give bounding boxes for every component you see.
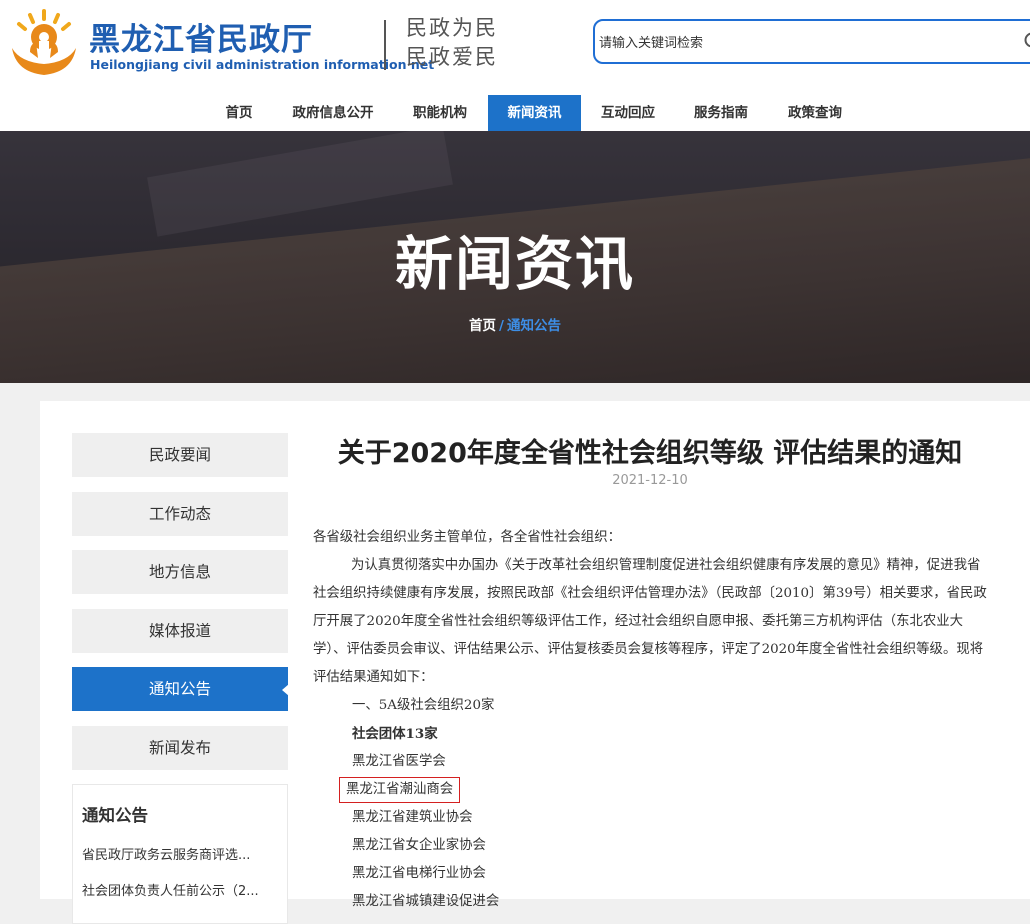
notice-link[interactable]: 省民政厅政务云服务商评选... (82, 844, 282, 863)
breadcrumb-home[interactable]: 首页 (469, 318, 496, 334)
nav-item-gov-info[interactable]: 政府信息公开 (282, 95, 384, 131)
breadcrumb-separator: / (499, 318, 504, 334)
org-list-item: 黑龙江省电梯行业协会 (313, 860, 989, 888)
notice-box: 通知公告 省民政厅政务云服务商评选... 社会团体负责人任前公示（2... (72, 784, 288, 924)
nav-item-interaction[interactable]: 互动回应 (590, 95, 666, 131)
sidebar-item-media-reports[interactable]: 媒体报道 (72, 609, 288, 653)
notice-box-heading: 通知公告 (82, 802, 148, 826)
sidebar-item-local-info[interactable]: 地方信息 (72, 550, 288, 594)
nav-item-service-guide[interactable]: 服务指南 (683, 95, 759, 131)
site-subtitle: Heilongjiang civil administration inform… (90, 57, 434, 72)
site-header: 黑龙江省民政厅 Heilongjiang civil administratio… (0, 0, 1030, 131)
org-list-item: 黑龙江省女企业家协会 (313, 832, 989, 860)
notice-link[interactable]: 社会团体负责人任前公示（2... (82, 880, 282, 899)
main-nav: 首页 政府信息公开 职能机构 新闻资讯 互动回应 服务指南 政策查询 (0, 95, 1030, 131)
breadcrumb: 首页/通知公告 (0, 314, 1030, 334)
org-list-item: 黑龙江省医学会 (313, 748, 989, 776)
nav-item-home[interactable]: 首页 (209, 95, 269, 131)
org-list-item: 黑龙江省城镇建设促进会 (313, 888, 989, 916)
search-input[interactable] (599, 33, 999, 53)
article-paragraph: 为认真贯彻落实中办国办《关于改革社会组织管理制度促进社会组织健康有序发展的意见》… (313, 552, 989, 692)
section-heading: 一、5A级社会组织20家 (313, 692, 989, 720)
search-icon[interactable] (1023, 31, 1030, 53)
breadcrumb-current[interactable]: 通知公告 (507, 318, 561, 334)
site-logo-icon[interactable] (8, 8, 80, 78)
article-salutation: 各省级社会组织业务主管单位，各全省性社会组织： (313, 524, 989, 552)
page-banner: 新闻资讯 首页/通知公告 (0, 131, 1030, 383)
sidebar-item-press-release[interactable]: 新闻发布 (72, 726, 288, 770)
org-list-item: 黑龙江省建筑业协会 (313, 804, 989, 832)
nav-item-policy[interactable]: 政策查询 (777, 95, 853, 131)
article-title: 关于2020年度全省性社会组织等级 评估结果的通知 (300, 431, 1000, 470)
slogan-line-1: 民政为民 (406, 14, 498, 43)
main-content: 民政要闻 工作动态 地方信息 媒体报道 通知公告 新闻发布 通知公告 省民政厅政… (40, 401, 1030, 899)
article-body: 各省级社会组织业务主管单位，各全省性社会组织： 为认真贯彻落实中办国办《关于改革… (313, 524, 989, 916)
subsection-heading: 社会团体13家 (313, 720, 989, 748)
sidebar-item-work-updates[interactable]: 工作动态 (72, 492, 288, 536)
article-date: 2021-12-10 (300, 473, 1000, 488)
banner-title: 新闻资讯 (0, 217, 1030, 301)
header-divider (384, 20, 386, 70)
slogan: 民政为民 民政爱民 (406, 14, 498, 72)
nav-item-news[interactable]: 新闻资讯 (488, 95, 581, 131)
search-box (593, 19, 1030, 64)
nav-item-departments[interactable]: 职能机构 (400, 95, 480, 131)
sidebar-item-civil-news[interactable]: 民政要闻 (72, 433, 288, 477)
highlighted-org: 黑龙江省潮汕商会 (339, 777, 460, 803)
slogan-line-2: 民政爱民 (406, 43, 498, 72)
site-title: 黑龙江省民政厅 (89, 14, 313, 59)
sidebar-item-notices[interactable]: 通知公告 (72, 667, 288, 711)
